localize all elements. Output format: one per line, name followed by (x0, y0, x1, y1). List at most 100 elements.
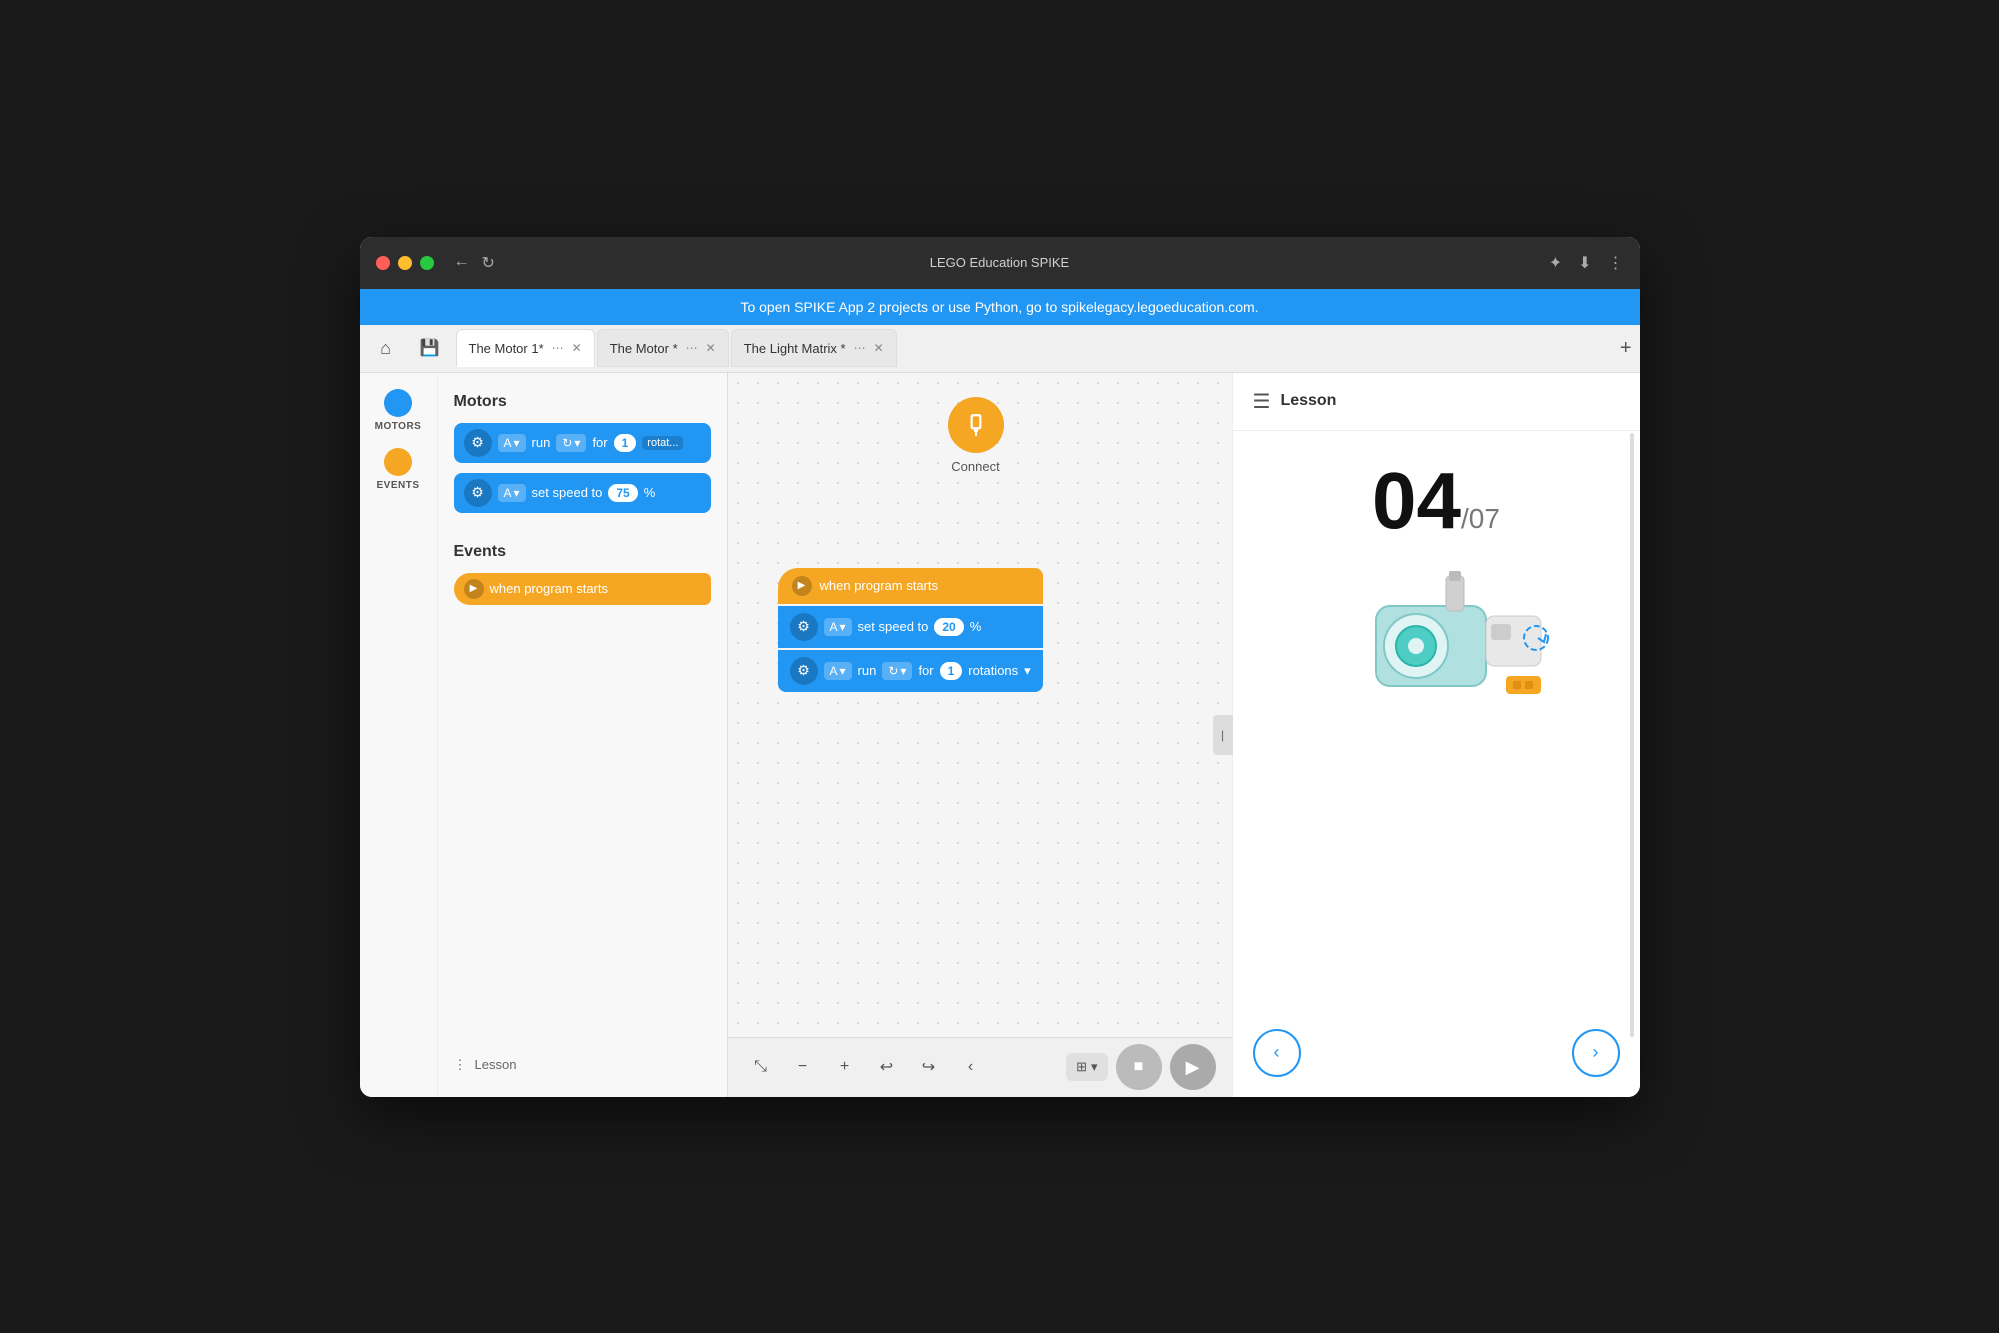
canvas-area[interactable]: Connect ▶ when program starts ⚙ A ▾ set … (728, 373, 1232, 1097)
lesson-image (1306, 561, 1566, 741)
lesson-dots-icon: ⋮ (454, 1057, 467, 1073)
home-button[interactable]: ⌂ (368, 330, 404, 366)
canvas-set-speed-text: set speed to (858, 619, 929, 634)
zoom-in-btn[interactable]: + (828, 1050, 862, 1084)
save-button[interactable]: 💾 (412, 330, 448, 366)
canvas-direction-select[interactable]: ↻ ▾ (882, 662, 912, 680)
traffic-lights (376, 256, 434, 270)
tab-motor1-close[interactable]: ✕ (572, 341, 582, 355)
canvas-trigger-block[interactable]: ▶ when program starts (778, 568, 1043, 604)
canvas-percent-text: % (970, 619, 982, 634)
lesson-body: 04 /07 (1233, 431, 1640, 1029)
motor-icon-2: ⚙ (464, 479, 492, 507)
tab-motor-menu[interactable]: ⋯ (686, 341, 698, 355)
canvas-speed-value[interactable]: 20 (934, 618, 963, 636)
stop-button[interactable]: ■ (1116, 1044, 1162, 1090)
main-content: MOTORS EVENTS Motors ⚙ A ▾ run ↻ ▾ (360, 373, 1640, 1097)
canvas-port-a2[interactable]: A ▾ (824, 662, 852, 680)
run-label: run (532, 435, 551, 450)
app-window: ← ↻ LEGO Education SPIKE ✦ ⬇ ⋮ To open S… (360, 237, 1640, 1097)
port-select-a[interactable]: A ▾ (498, 434, 526, 452)
tab-motor-close[interactable]: ✕ (706, 341, 716, 355)
next-lesson-btn[interactable]: › (1572, 1029, 1620, 1077)
canvas-trigger-label: when program starts (820, 578, 939, 593)
maximize-button[interactable] (420, 256, 434, 270)
motor-icon: ⚙ (464, 429, 492, 457)
puzzle-icon[interactable]: ✦ (1549, 253, 1562, 273)
close-button[interactable] (376, 256, 390, 270)
lesson-scrollbar[interactable] (1630, 433, 1634, 1037)
lesson-title: Lesson (1280, 392, 1336, 410)
canvas-run-block[interactable]: ⚙ A ▾ run ↻ ▾ for 1 rotations ▾ (778, 650, 1043, 692)
direction-select[interactable]: ↻ ▾ (556, 434, 586, 452)
collapse-btn[interactable]: ⤡ (744, 1050, 778, 1084)
events-section-title: Events (454, 543, 711, 561)
sidebar-item-events[interactable]: EVENTS (376, 448, 419, 491)
lesson-navigation: ‹ › (1233, 1029, 1640, 1097)
canvas-quantity-value[interactable]: 1 (940, 662, 963, 680)
motor-setspeed-block[interactable]: ⚙ A ▾ set speed to 75 % (454, 473, 711, 513)
canvas-port-a1[interactable]: A ▾ (824, 618, 852, 636)
tab-motor[interactable]: The Motor * ⋯ ✕ (597, 329, 729, 367)
titlebar: ← ↻ LEGO Education SPIKE ✦ ⬇ ⋮ (360, 237, 1640, 289)
events-label: EVENTS (376, 480, 419, 491)
percent-label: % (644, 485, 656, 500)
port-label: A (504, 436, 512, 450)
grid-view-btn[interactable]: ⊞ ▾ (1066, 1053, 1107, 1081)
download-icon[interactable]: ⬇ (1578, 253, 1591, 273)
lesson-collapse-btn[interactable]: | (1213, 715, 1233, 755)
lesson-current: 04 (1372, 461, 1461, 541)
zoom-out-btn[interactable]: − (786, 1050, 820, 1084)
rotate-icon: ↻ (562, 436, 572, 450)
minimize-button[interactable] (398, 256, 412, 270)
motors-dot (384, 389, 412, 417)
connect-circle (948, 397, 1004, 453)
banner-text: To open SPIKE App 2 projects or use Pyth… (740, 299, 1258, 315)
redo-btn[interactable]: ↪ (912, 1050, 946, 1084)
connect-button[interactable]: Connect (948, 397, 1004, 474)
lesson-number: 04 /07 (1372, 461, 1500, 541)
canvas-motor-icon-1: ⚙ (790, 613, 818, 641)
canvas-setspeed-block[interactable]: ⚙ A ▾ set speed to 20 % (778, 606, 1043, 648)
refresh-button[interactable]: ↻ (482, 253, 495, 273)
canvas-rotations-chevron[interactable]: ▾ (1024, 663, 1031, 679)
port-chevron-2: ▾ (514, 486, 520, 500)
when-program-starts-block[interactable]: ▶ when program starts (454, 573, 711, 605)
port-label-2: A (504, 486, 512, 500)
canvas-motor-icon-2: ⚙ (790, 657, 818, 685)
quantity-num[interactable]: 1 (614, 434, 637, 452)
tab-lightmatrix-close[interactable]: ✕ (874, 341, 884, 355)
blocks-panel: Motors ⚙ A ▾ run ↻ ▾ for 1 rotat... ⚙ (438, 373, 728, 1097)
unit-tag[interactable]: rotat... (642, 436, 683, 450)
sidebar-item-motors[interactable]: MOTORS (375, 389, 422, 432)
motors-section-title: Motors (454, 393, 711, 411)
tab-lightmatrix[interactable]: The Light Matrix * ⋯ ✕ (731, 329, 897, 367)
prev-lesson-btn[interactable]: ‹ (1253, 1029, 1301, 1077)
tab-motor1[interactable]: The Motor 1* ⋯ ✕ (456, 329, 595, 367)
lesson-bottom-link[interactable]: ⋮ Lesson (454, 1049, 711, 1081)
port-select-a2[interactable]: A ▾ (498, 484, 526, 502)
play-icon: ▶ (464, 579, 484, 599)
menu-icon[interactable]: ⋮ (1608, 253, 1624, 273)
port-chevron: ▾ (514, 436, 520, 450)
set-speed-label: set speed to (532, 485, 603, 500)
canvas-rotations-text: rotations (968, 663, 1018, 678)
canvas-block-group: ▶ when program starts ⚙ A ▾ set speed to… (778, 568, 1043, 692)
undo-btn[interactable]: ↩ (870, 1050, 904, 1084)
tab-motor1-menu[interactable]: ⋯ (552, 341, 564, 355)
canvas-for-text: for (918, 663, 933, 678)
grid-icon: ⊞ (1076, 1059, 1087, 1075)
tab-lightmatrix-menu[interactable]: ⋯ (854, 341, 866, 355)
category-sidebar: MOTORS EVENTS (360, 373, 438, 1097)
back-arrow-btn[interactable]: ‹ (954, 1050, 988, 1084)
lesson-bottom-label: Lesson (475, 1057, 517, 1072)
motor-illustration (1306, 566, 1566, 736)
motor-run-block[interactable]: ⚙ A ▾ run ↻ ▾ for 1 rotat... (454, 423, 711, 463)
speed-num[interactable]: 75 (608, 484, 637, 502)
when-program-starts-label: when program starts (490, 581, 609, 596)
add-tab-button[interactable]: + (1620, 337, 1632, 360)
grid-chevron: ▾ (1091, 1059, 1098, 1075)
tabbar: ⌂ 💾 The Motor 1* ⋯ ✕ The Motor * ⋯ ✕ The… (360, 325, 1640, 373)
play-button[interactable]: ▶ (1170, 1044, 1216, 1090)
back-button[interactable]: ← (454, 253, 470, 273)
